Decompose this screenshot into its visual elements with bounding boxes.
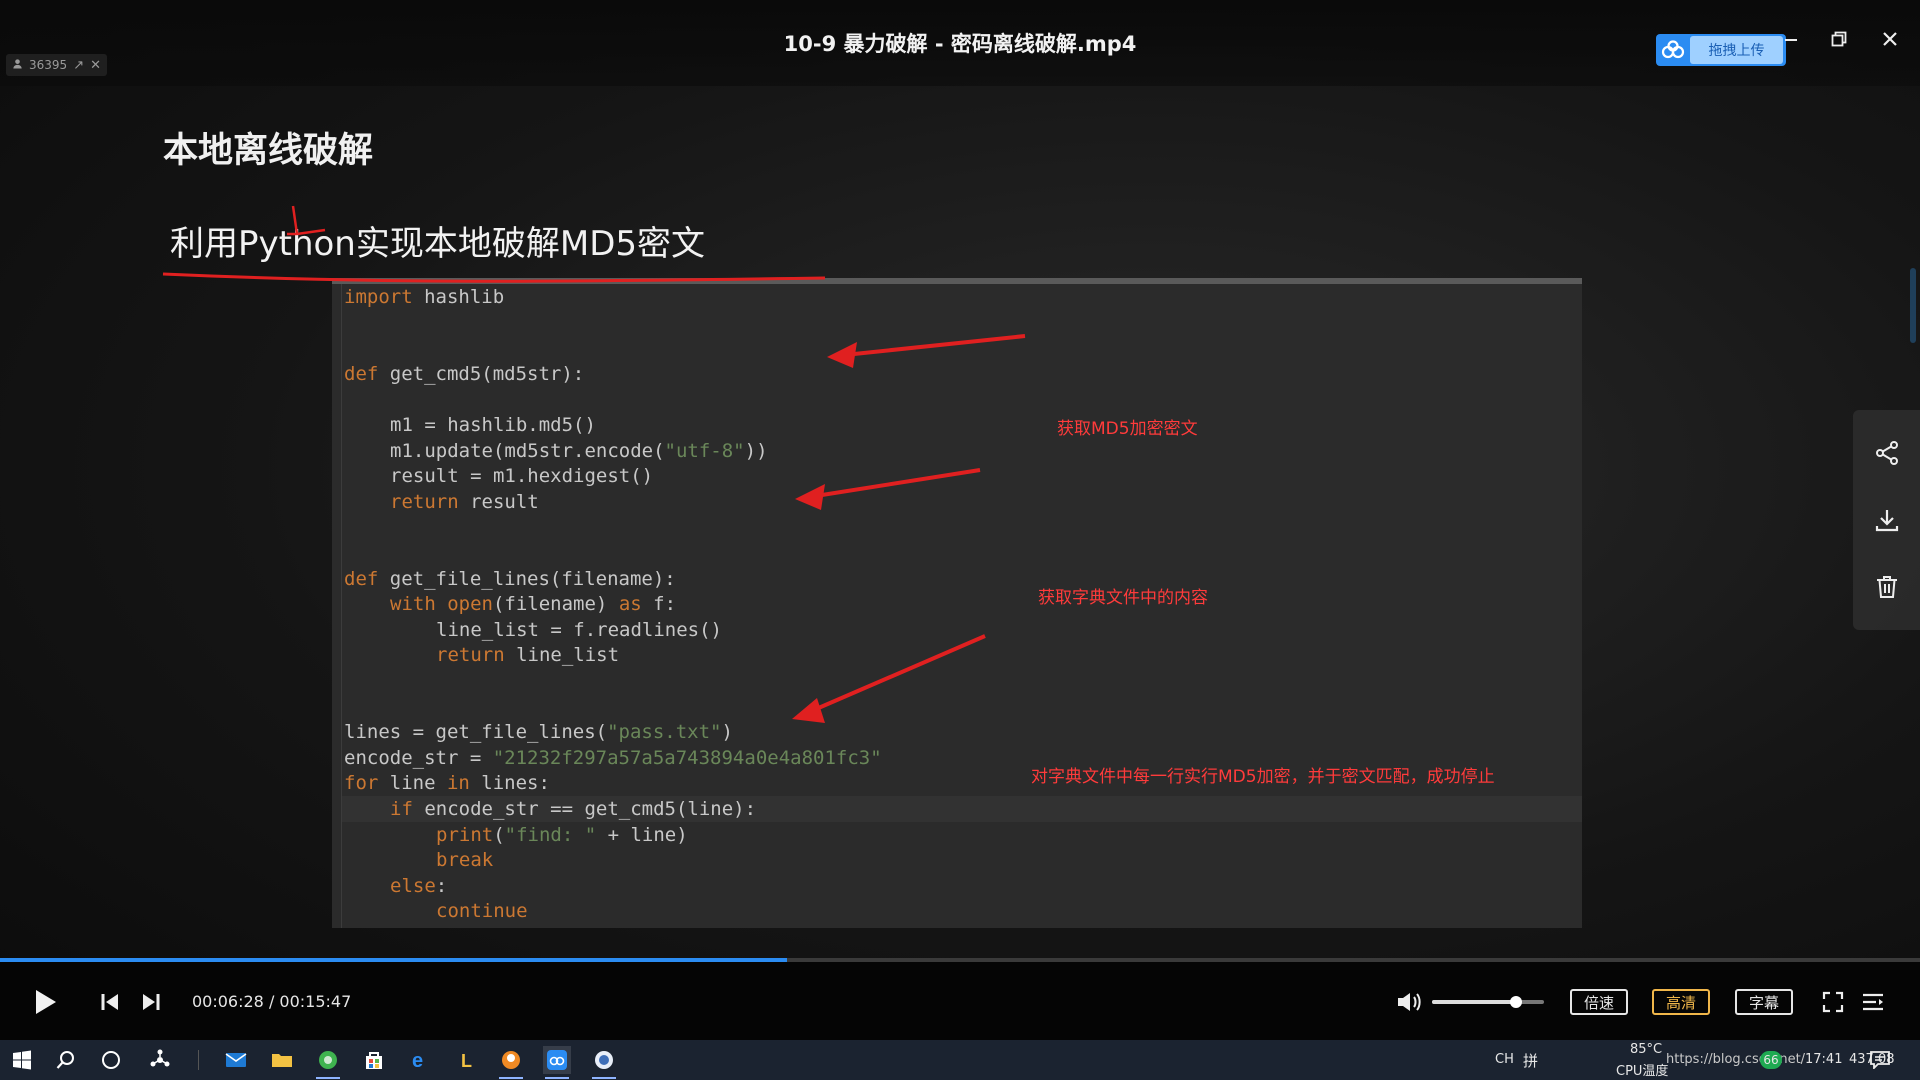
viewer-count: 36395 [29,58,68,72]
side-action-bar [1853,410,1920,630]
video-player: 10-9 暴力破解 - 密码离线破解.mp4 36395 ↗ ✕ 拖拽上传 本地… [0,0,1920,1040]
time-readout: 00:06:28 / 00:15:47 [192,992,352,1011]
close-badge-icon[interactable]: ✕ [90,58,101,73]
windows-taskbar: e L CH 拼 85°C CPU温度 https://blog.csdn.ne… [0,1040,1920,1080]
viewer-badge: 36395 ↗ ✕ [6,54,107,76]
cpu-temperature-label: CPU温度 [1616,1064,1669,1079]
svg-text:e: e [412,1050,423,1071]
arrow-2-head [795,484,825,510]
svg-text:L: L [461,1051,472,1070]
previous-icon[interactable] [96,982,124,1022]
clock[interactable]: 17:41 [1805,1052,1842,1067]
arrow-3-head [792,698,825,723]
video-title: 10-9 暴力破解 - 密码离线破解.mp4 [783,32,1137,56]
annotation-1: 获取MD5加密密文 [1057,419,1198,439]
cpu-temperature: 85°C [1630,1042,1663,1057]
search-icon[interactable] [52,1046,80,1074]
tray-badge[interactable]: 66 [1760,1051,1782,1069]
trash-icon[interactable] [1870,570,1904,604]
browser-green-icon[interactable] [314,1046,342,1079]
ime-mode-indicator[interactable]: 拼 [1523,1050,1538,1071]
edge-icon[interactable]: e [406,1046,434,1074]
baidu-player-icon[interactable] [543,1046,571,1079]
title-bar: 10-9 暴力破解 - 密码离线破解.mp4 36395 ↗ ✕ 拖拽上传 [0,0,1920,86]
cortana-icon[interactable] [97,1046,125,1074]
subtitle-button[interactable]: 字幕 [1735,989,1793,1015]
minimize-icon[interactable] [1774,22,1808,56]
control-bar: 00:06:28 / 00:15:47 倍速 高清 字幕 [0,962,1920,1040]
video-frame[interactable]: 本地离线破解 利用Python实现本地破解MD5密文 import hashli… [35,86,1885,956]
annotation-overlay [162,205,1026,723]
store-icon[interactable] [360,1046,388,1074]
quality-button[interactable]: 高清 [1652,989,1710,1015]
user-icon [12,58,23,73]
next-icon[interactable] [137,982,165,1022]
playlist-icon[interactable] [1858,982,1888,1022]
underline-stroke [162,272,826,283]
close-icon[interactable] [1873,22,1907,56]
url-overlay: https://blog.csdn.net/ [1666,1052,1806,1067]
arrow-1-head [827,342,857,368]
start-icon[interactable] [8,1046,36,1074]
hand-arrow-stroke [287,205,326,236]
network-icon[interactable] [146,1046,174,1074]
mail-icon[interactable] [222,1046,250,1074]
file-explorer-icon[interactable] [268,1046,296,1074]
volume-fill [1432,1000,1516,1004]
restore-icon[interactable] [1822,22,1856,56]
app-l-icon[interactable]: L [452,1046,480,1074]
volume-slider[interactable] [1432,996,1544,1008]
volume-icon[interactable] [1393,982,1425,1022]
share-icon[interactable] [1870,436,1904,470]
app-orange-icon[interactable] [497,1046,525,1079]
arrow-2-shaft [802,468,981,500]
volume-knob[interactable] [1510,996,1522,1008]
baidu-cloud-icon [1656,34,1690,66]
notification-icon[interactable] [1866,1046,1894,1074]
arrow-1-shaft [834,334,1026,358]
upload-label: 拖拽上传 [1690,36,1783,64]
annotation-3: 对字典文件中每一行实行MD5加密，并于密文匹配，成功停止 [1031,767,1495,787]
app-blue-icon[interactable] [590,1046,618,1079]
arrow-3-shaft [799,634,986,718]
popout-icon[interactable]: ↗ [73,58,84,73]
ime-indicator[interactable]: CH [1495,1052,1514,1067]
play-icon[interactable] [28,982,62,1022]
annotation-2: 获取字典文件中的内容 [1038,588,1208,608]
side-scrollbar[interactable] [1910,268,1916,343]
fullscreen-icon[interactable] [1818,982,1848,1022]
taskbar-divider [198,1050,199,1070]
upload-button[interactable]: 拖拽上传 [1656,34,1786,66]
download-icon[interactable] [1870,503,1904,537]
speed-button[interactable]: 倍速 [1570,989,1628,1015]
